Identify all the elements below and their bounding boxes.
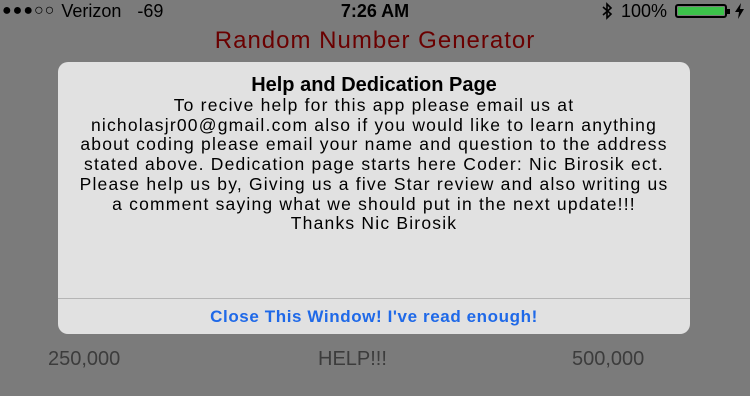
close-window-button[interactable]: Close This Window! I've read enough! [58, 299, 690, 334]
help-alert-dialog: Help and Dedication Page To recive help … [58, 62, 690, 334]
button-500000[interactable]: 500,000 [572, 348, 644, 371]
bluetooth-icon [602, 2, 613, 20]
battery-fill [678, 7, 724, 15]
battery-icon [675, 4, 730, 18]
status-bar: ●●●○○ Verizon -69 7:26 AM 100% [0, 0, 750, 24]
alert-message: To recive help for this app please email… [79, 95, 669, 234]
bolt-icon [735, 3, 744, 19]
alert-title: Help and Dedication Page [251, 74, 497, 96]
battery-percent: 100% [620, 1, 667, 21]
status-right: 100% [601, 0, 744, 22]
app-title: Random Number Generator [214, 27, 536, 54]
bottom-button-row: 250,000 HELP!!! 500,000 [0, 348, 750, 376]
help-button[interactable]: HELP!!! [318, 348, 387, 371]
button-250000[interactable]: 250,000 [48, 348, 120, 371]
